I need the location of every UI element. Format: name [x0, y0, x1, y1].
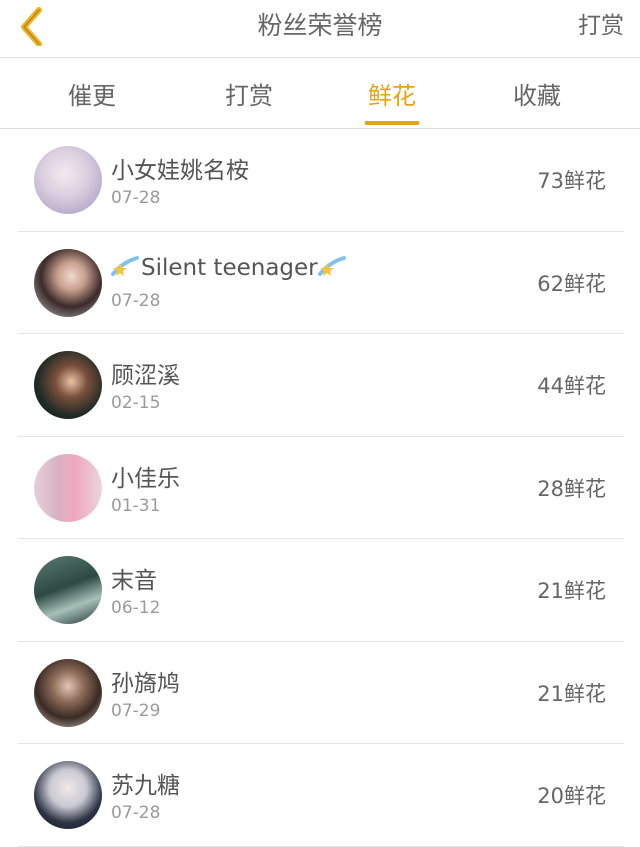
fan-date: 02-15	[111, 393, 161, 413]
tab-reward[interactable]: 打赏	[209, 59, 289, 129]
tab-bar: 催更 打赏 鲜花 收藏	[0, 59, 640, 129]
tab-favorites[interactable]: 收藏	[497, 59, 577, 129]
fan-name: 小佳乐	[111, 465, 180, 492]
fan-name-line: Silent teenager	[111, 254, 348, 281]
fan-date: 07-29	[111, 700, 161, 721]
flower-count: 20鲜花	[537, 784, 606, 808]
active-tab-indicator	[365, 121, 419, 125]
flower-count: 44鲜花	[537, 374, 606, 398]
fan-honor-page: 粉丝荣誉榜 打赏 催更 打赏 鲜花 收藏 小女娃姚名桉 07-28 73鲜花 S…	[0, 0, 640, 847]
list-item[interactable]: 苏九糖 07-28 20鲜花	[18, 744, 624, 847]
list-item[interactable]: 顾涩溪 02-15 44鲜花	[18, 334, 624, 437]
avatar	[34, 351, 102, 419]
fan-name: Silent teenager	[141, 254, 318, 281]
back-button[interactable]	[12, 6, 52, 47]
avatar	[34, 248, 102, 317]
list-item[interactable]: 末音 06-12 21鲜花	[18, 539, 624, 642]
avatar	[34, 556, 102, 624]
avatar	[34, 658, 102, 727]
list-item[interactable]: Silent teenager 07-28 62鲜花	[18, 232, 624, 334]
fan-ranking-list: 小女娃姚名桉 07-28 73鲜花 Silent teenager 07-28 …	[18, 129, 624, 847]
avatar	[34, 761, 102, 829]
avatar	[34, 146, 102, 214]
flower-count: 62鲜花	[537, 271, 606, 296]
fan-date: 07-28	[111, 290, 161, 311]
fan-date: 06-12	[111, 598, 161, 618]
flower-count: 21鲜花	[537, 681, 606, 706]
avatar	[34, 453, 102, 522]
fan-date: 07-28	[111, 803, 161, 823]
tab-urge[interactable]: 催更	[52, 59, 132, 129]
list-item[interactable]: 小佳乐 01-31 28鲜花	[18, 437, 624, 539]
flower-count: 28鲜花	[537, 476, 606, 501]
fan-name: 顾涩溪	[111, 363, 180, 389]
fan-name: 苏九糖	[111, 773, 180, 799]
tab-flowers[interactable]: 鲜花	[352, 59, 432, 129]
list-item[interactable]: 小女娃姚名桉 07-28 73鲜花	[18, 129, 624, 232]
top-bar: 粉丝荣誉榜 打赏	[0, 0, 640, 58]
page-title: 粉丝荣誉榜	[257, 11, 383, 40]
fan-name: 末音	[111, 568, 157, 594]
list-item[interactable]: 孙旖鸠 07-29 21鲜花	[18, 642, 624, 744]
fan-name: 小女娃姚名桉	[111, 158, 249, 184]
flower-count: 73鲜花	[537, 169, 606, 193]
fan-date: 07-28	[111, 188, 161, 208]
shooting-star-icon	[317, 255, 346, 276]
reward-button[interactable]: 打赏	[578, 0, 624, 52]
flower-count: 21鲜花	[537, 579, 606, 603]
fan-name: 孙旖鸠	[111, 670, 180, 697]
chevron-left-icon	[21, 7, 42, 47]
fan-date: 01-31	[111, 495, 161, 516]
shooting-star-icon	[111, 255, 139, 276]
